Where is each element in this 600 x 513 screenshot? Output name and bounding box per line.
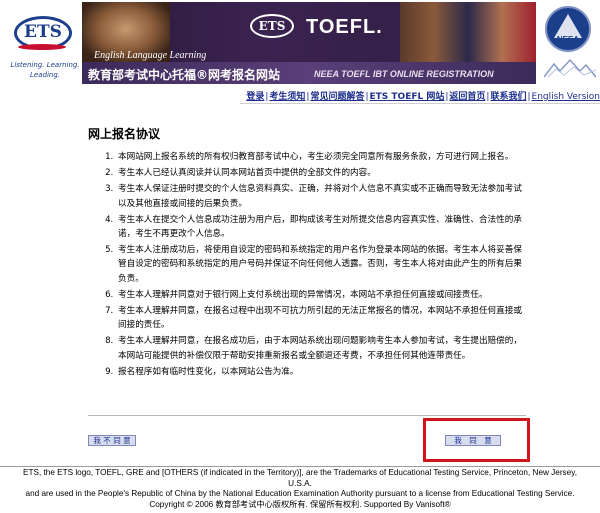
content-divider [88, 415, 526, 416]
nav-home[interactable]: 返回首页 [449, 92, 485, 102]
neea-logo-word: NEEA [556, 35, 580, 44]
footer-divider [0, 466, 600, 467]
toefl-banner: ETS TOEFL. English Language Learning 教育部… [82, 2, 536, 84]
footer-trademark-line: ETS, the ETS logo, TOEFL, GRE and [OTHER… [23, 468, 577, 477]
neea-logo[interactable]: NEEA [540, 6, 598, 82]
banner-toefl-wordmark: TOEFL. [306, 16, 383, 38]
banner-photo-placeholder-right [400, 2, 536, 62]
agreement-item: 本网站网上报名系统的所有权归教育部考试中心，考生必须完全同意所有服务条款，方可进… [116, 150, 526, 164]
agreement-item: 考生本人在提交个人信息成功注册为用户后，即构成该考生对所提交信息内容真实性、准确… [116, 213, 526, 241]
agree-button[interactable]: 我 同 意 [445, 435, 501, 446]
disagree-button[interactable]: 我 不 同 意 [88, 435, 136, 446]
banner-ets-mark: ETS [250, 14, 294, 38]
footer-copyright-line: Copyright © 2006 教育部考试中心版权所有. 保留所有权利. Su… [149, 499, 451, 509]
nav-ets-toefl-site[interactable]: ETS TOEFL 网站 [370, 92, 445, 102]
agreement-item: 报名程序如有临时性变化，以本网站公告为准。 [116, 365, 526, 379]
agreement-list: 本网站网上报名系统的所有权归教育部考试中心，考生必须完全同意所有服务条款，方可进… [98, 150, 526, 381]
mountains-icon [544, 58, 596, 78]
footer-country-line: U.S.A. [288, 478, 312, 488]
footer-license-line: and are used in the People's Republic of… [25, 489, 575, 498]
nav-candidate-notice[interactable]: 考生须知 [269, 92, 305, 102]
agreement-item: 考生本人理解并同意对于银行网上支付系统出现的异常情况，本网站不承担任何直接或间接… [116, 288, 526, 302]
ets-logo-word: ETS [24, 22, 62, 42]
nav-contact[interactable]: 联系我们 [490, 92, 526, 102]
ets-tagline: Listening. Learning. Leading. [10, 60, 80, 80]
ets-logo[interactable]: ETS Listening. Learning. Leading. [10, 10, 80, 79]
ets-logo-swoosh [18, 44, 66, 50]
nav-english-version[interactable]: English Version [532, 92, 600, 102]
page-title: 网上报名协议 [88, 127, 161, 141]
header: ETS Listening. Learning. Leading. ETS TO… [0, 0, 600, 86]
agreement-item: 考生本人注册成功后，将使用自设定的密码和系统指定的用户名作为登录本网站的依据。考… [116, 243, 526, 286]
top-nav: 登录|考生须知|常见问题解答|ETS TOEFL 网站|返回首页|联系我们|En… [240, 89, 600, 103]
banner-title-cn: 教育部考试中心托福®网考报名网站 [88, 68, 281, 82]
nav-divider [240, 103, 600, 104]
agreement-item: 考生本人已经认真阅读并认同本网站首页中提供的全部文件的内容。 [116, 166, 526, 180]
footer: ETS, the ETS logo, TOEFL, GRE and [OTHER… [0, 468, 600, 510]
banner-subtitle: English Language Learning [94, 50, 207, 61]
ets-tagline-line2: Leading. [30, 71, 60, 79]
agreement-item: 考生本人理解并同意，在报名过程中出现不可抗力所引起的无法正常报名的情况，本网站不… [116, 304, 526, 332]
banner-title-en: NEEA TOEFL IBT ONLINE REGISTRATION [314, 69, 494, 79]
nav-faq[interactable]: 常见问题解答 [310, 92, 364, 102]
ets-tagline-line1: Listening. Learning. [10, 61, 80, 69]
agreement-item: 考生本人理解并同意，在报名成功后，由于本网站系统出现问题影响考生本人参加考试，考… [116, 334, 526, 362]
nav-login[interactable]: 登录 [246, 92, 264, 102]
agreement-item: 考生本人保证注册时提交的个人信息资料真实、正确，并将对个人信息不真实或不正确而导… [116, 182, 526, 210]
